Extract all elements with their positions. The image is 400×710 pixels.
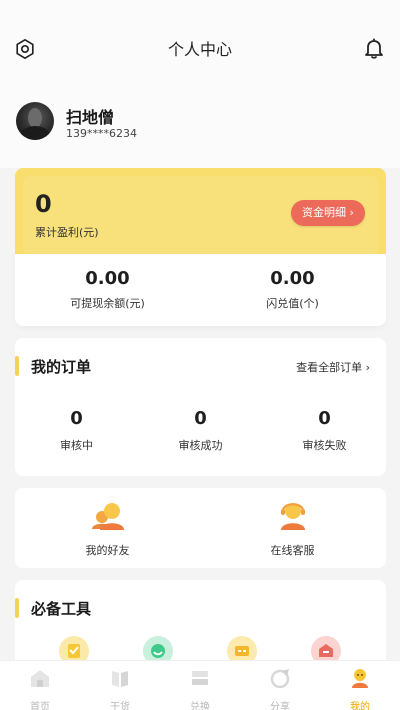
flash-exchange-value-number: 0.00 (270, 268, 315, 289)
my-friends-label: 我的好友 (85, 544, 130, 557)
bottom-tab-bar: 首页 干货 兑换 分享 我的 (0, 660, 400, 710)
total-earnings-label: 累计盈利(元) (35, 226, 99, 239)
order-stat-count: 0 (70, 408, 83, 429)
orders-header: 我的订单 查看全部订单 › (15, 354, 386, 378)
tools-header: 必备工具 (15, 596, 386, 620)
order-stat-label: 审核失败 (302, 439, 347, 452)
exchange-icon (192, 671, 208, 685)
section-accent-bar (15, 356, 19, 376)
orders-title: 我的订单 (31, 358, 92, 376)
section-accent-bar (15, 598, 19, 618)
tab-label: 分享 (270, 702, 290, 710)
tab-exchange[interactable]: 兑换 (160, 667, 240, 710)
order-stat-count: 0 (318, 408, 331, 429)
fund-details-button[interactable]: 资金明细 › (291, 200, 365, 226)
avatar[interactable] (16, 102, 54, 140)
tab-label: 我的 (350, 702, 370, 710)
online-service-label: 在线客服 (270, 544, 315, 557)
view-all-orders-link[interactable]: 查看全部订单 › (296, 359, 370, 375)
order-stat-label: 审核中 (60, 439, 93, 452)
balance-card: 0.00 可提现余额(元) 0.00 闪兑值(个) (15, 254, 386, 326)
book-icon (112, 671, 128, 687)
profile-page: 个人中心 扫地僧 139****6234 0 累计盈利(元) 资金明细 › 0.… (0, 0, 400, 710)
tab-label: 首页 (30, 702, 50, 710)
order-stat-label: 审核成功 (178, 439, 223, 452)
online-service-entry[interactable]: 在线客服 (200, 498, 385, 558)
bell-icon[interactable] (362, 36, 386, 60)
my-friends-entry[interactable]: 我的好友 (15, 498, 200, 558)
home-icon (31, 670, 49, 687)
tab-mine[interactable]: 我的 (320, 667, 400, 710)
withdrawable-balance-value: 0.00 (85, 268, 130, 289)
flash-exchange-value-label: 闪兑值(个) (266, 297, 319, 310)
page-title: 个人中心 (167, 40, 232, 59)
services-card: 我的好友 在线客服 (15, 488, 386, 568)
order-stat-approved[interactable]: 0 审核成功 (139, 408, 262, 453)
order-stat-failed[interactable]: 0 审核失败 (263, 408, 386, 453)
avatar-face (28, 108, 42, 128)
user-name: 扫地僧 (66, 108, 115, 127)
withdrawable-balance[interactable]: 0.00 可提现余额(元) (15, 268, 200, 311)
flash-exchange-value[interactable]: 0.00 闪兑值(个) (200, 268, 385, 311)
tab-label: 干货 (110, 702, 130, 710)
tab-share[interactable]: 分享 (240, 667, 320, 710)
top-bar: 个人中心 (0, 0, 400, 96)
order-stat-pending[interactable]: 0 审核中 (15, 408, 138, 453)
order-stat-count: 0 (194, 408, 207, 429)
customer-service-icon (280, 503, 305, 530)
withdrawable-balance-label: 可提现余额(元) (70, 297, 145, 310)
share-icon (270, 669, 290, 689)
tab-label: 兑换 (190, 702, 210, 710)
orders-card: 我的订单 查看全部订单 › 0 审核中 0 审核成功 0 审核失败 (15, 338, 386, 476)
profile-icon (352, 669, 368, 688)
tab-articles[interactable]: 干货 (80, 667, 160, 710)
friends-icon (91, 503, 124, 530)
tools-title: 必备工具 (31, 600, 92, 618)
earnings-card: 0 累计盈利(元) 资金明细 › (15, 168, 386, 254)
tab-home[interactable]: 首页 (0, 667, 80, 710)
user-profile[interactable]: 扫地僧 139****6234 (0, 96, 400, 168)
user-phone: 139****6234 (66, 127, 137, 140)
avatar-shoulders (20, 126, 50, 140)
total-earnings-amount: 0 (35, 190, 52, 218)
